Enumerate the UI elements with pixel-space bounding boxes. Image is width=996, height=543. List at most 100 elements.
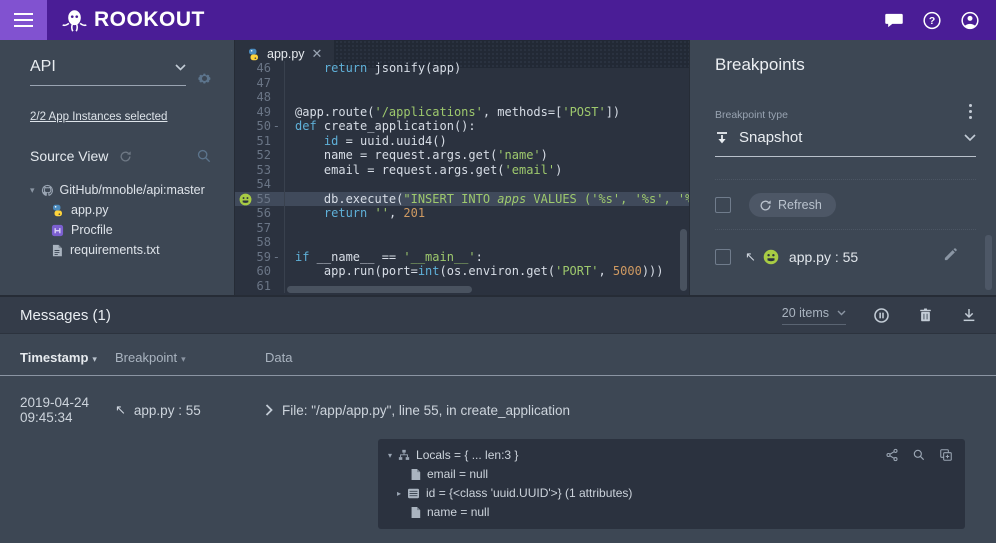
messages-controls: 20 items xyxy=(782,306,978,325)
code-text xyxy=(285,177,295,192)
help-icon[interactable]: ? xyxy=(922,10,942,30)
gear-icon[interactable] xyxy=(197,71,212,86)
fold-marker[interactable]: - xyxy=(273,250,280,265)
tree-expand-caret-icon[interactable]: ▾ xyxy=(388,451,392,460)
tree-file-app.py[interactable]: app.py xyxy=(51,203,212,217)
message-table-row[interactable]: 2019-04-24 09:45:34 ↖ app.py : 55 File: … xyxy=(0,376,996,431)
breakpoint-list-item[interactable]: ↖ app.py : 55 xyxy=(715,230,976,284)
code-text xyxy=(285,221,295,236)
download-icon[interactable] xyxy=(960,306,978,324)
code-line-56[interactable]: 56 return '', 201 xyxy=(235,206,689,221)
source-view-label: Source View xyxy=(30,148,108,164)
search-icon[interactable] xyxy=(196,148,212,164)
tree-root-repo[interactable]: ▾ GitHub/mnoble/api:master xyxy=(30,183,212,197)
procfile-icon xyxy=(51,224,64,237)
code-line-59[interactable]: 59-if __name__ == '__main__': xyxy=(235,250,689,265)
horizontal-scrollbar[interactable] xyxy=(287,286,472,293)
gutter-line-51[interactable]: 51 xyxy=(235,134,285,149)
messages-header: Messages (1) 20 items xyxy=(0,297,996,334)
code-line-49[interactable]: 49@app.route('/applications', methods=['… xyxy=(235,105,689,120)
gutter-line-56[interactable]: 56 xyxy=(235,206,285,221)
code-text xyxy=(285,90,295,105)
chevron-down-icon xyxy=(964,134,976,142)
code-line-53[interactable]: 53 email = request.args.get('email') xyxy=(235,163,689,178)
code-line-57[interactable]: 57 xyxy=(235,221,689,236)
hamburger-menu-button[interactable] xyxy=(0,0,47,40)
gutter-line-48[interactable]: 48 xyxy=(235,90,285,105)
gutter-line-54[interactable]: 54 xyxy=(235,177,285,192)
app-instances-link[interactable]: 2/2 App Instances selected xyxy=(30,111,167,123)
gutter-line-57[interactable]: 57 xyxy=(235,221,285,236)
locals-variable-row[interactable]: ▸id = {<class 'uuid.UUID'>} (1 attribute… xyxy=(388,486,953,500)
edit-pencil-icon[interactable] xyxy=(943,247,958,267)
tree-file-requirements.txt[interactable]: requirements.txt xyxy=(51,243,212,257)
breakpoint-checkbox[interactable] xyxy=(715,249,731,265)
app-select[interactable]: API xyxy=(30,58,186,86)
gutter-line-58[interactable]: 58 xyxy=(235,235,285,250)
code-text: db.execute("INSERT INTO apps VALUES ('%s… xyxy=(285,192,689,207)
code-line-58[interactable]: 58 xyxy=(235,235,689,250)
chat-icon[interactable] xyxy=(884,10,904,30)
main-content: API 2/2 App Instances selected Source Vi… xyxy=(0,40,996,295)
code-line-54[interactable]: 54 xyxy=(235,177,689,192)
messages-title: Messages (1) xyxy=(20,307,111,324)
vertical-scrollbar[interactable] xyxy=(680,229,687,291)
gutter-line-61[interactable]: 61 xyxy=(235,279,285,294)
code-line-55[interactable]: 55 db.execute("INSERT INTO apps VALUES (… xyxy=(235,192,689,207)
kebab-menu-icon[interactable] xyxy=(965,102,976,121)
search-icon[interactable] xyxy=(912,448,926,462)
gutter-line-55[interactable]: 55 xyxy=(235,192,285,207)
locals-variable-row[interactable]: email = null xyxy=(388,467,953,481)
breakpoint-type-select[interactable]: Snapshot xyxy=(715,129,976,157)
gutter-line-46[interactable]: 46 xyxy=(235,61,285,76)
panel-scrollbar[interactable] xyxy=(985,235,992,290)
code-line-46[interactable]: 46 return jsonify(app) xyxy=(235,61,689,76)
tree-expand-caret-icon[interactable]: ▸ xyxy=(397,489,401,498)
share-icon[interactable] xyxy=(885,448,899,462)
gutter-line-53[interactable]: 53 xyxy=(235,163,285,178)
code-line-48[interactable]: 48 xyxy=(235,90,689,105)
code-text: name = request.args.get('name') xyxy=(285,148,548,163)
gutter-line-52[interactable]: 52 xyxy=(235,148,285,163)
gutter-line-59[interactable]: 59- xyxy=(235,250,285,265)
page-size-select[interactable]: 20 items xyxy=(782,306,846,325)
message-breakpoint-cell: ↖ app.py : 55 xyxy=(115,402,265,418)
fold-marker[interactable]: - xyxy=(273,119,280,134)
trash-icon[interactable] xyxy=(916,306,934,324)
gutter-line-47[interactable]: 47 xyxy=(235,76,285,91)
refresh-icon[interactable] xyxy=(119,150,132,163)
tab-close-icon[interactable]: ✕ xyxy=(312,46,323,62)
code-text xyxy=(285,76,295,91)
code-text: if __name__ == '__main__': xyxy=(285,250,483,265)
gutter-line-60[interactable]: 60 xyxy=(235,264,285,279)
tree-collapse-caret-icon[interactable]: ▾ xyxy=(30,185,35,196)
code-line-47[interactable]: 47 xyxy=(235,76,689,91)
gutter-line-50[interactable]: 50- xyxy=(235,119,285,134)
copy-plus-icon[interactable] xyxy=(939,448,953,462)
column-header-breakpoint[interactable]: Breakpoint▾ xyxy=(115,350,265,365)
breakpoints-title: Breakpoints xyxy=(715,55,976,75)
refresh-button[interactable]: Refresh xyxy=(749,193,836,217)
gutter-line-49[interactable]: 49 xyxy=(235,105,285,120)
rookout-app: ROOKOUT ? API xyxy=(0,0,996,543)
code-line-50[interactable]: 50-def create_application(): xyxy=(235,119,689,134)
column-header-timestamp[interactable]: Timestamp▾ xyxy=(0,350,115,365)
locals-variable-row[interactable]: name = null xyxy=(388,505,953,519)
breakpoint-type-label: Breakpoint type xyxy=(715,109,788,121)
locals-root-row[interactable]: ▾ Locals = { ... len:3 } xyxy=(388,448,953,462)
user-account-icon[interactable] xyxy=(960,10,980,30)
message-data-text: File: "/app/app.py", line 55, in create_… xyxy=(282,403,570,418)
code-text: @app.route('/applications', methods=['PO… xyxy=(285,105,620,120)
pause-icon[interactable] xyxy=(872,306,890,324)
code-line-52[interactable]: 52 name = request.args.get('name') xyxy=(235,148,689,163)
code-text: return '', 201 xyxy=(285,206,425,221)
select-all-checkbox[interactable] xyxy=(715,197,731,213)
code-line-60[interactable]: 60 app.run(port=int(os.environ.get('PORT… xyxy=(235,264,689,279)
message-data-cell[interactable]: File: "/app/app.py", line 55, in create_… xyxy=(265,403,996,418)
tree-file-Procfile[interactable]: Procfile xyxy=(51,223,212,237)
object-icon xyxy=(407,488,420,499)
code-text: app.run(port=int(os.environ.get('PORT', … xyxy=(285,264,664,279)
hierarchy-icon xyxy=(398,449,410,461)
rookout-breakpoint-icon xyxy=(763,249,779,265)
code-line-51[interactable]: 51 id = uuid.uuid4() xyxy=(235,134,689,149)
